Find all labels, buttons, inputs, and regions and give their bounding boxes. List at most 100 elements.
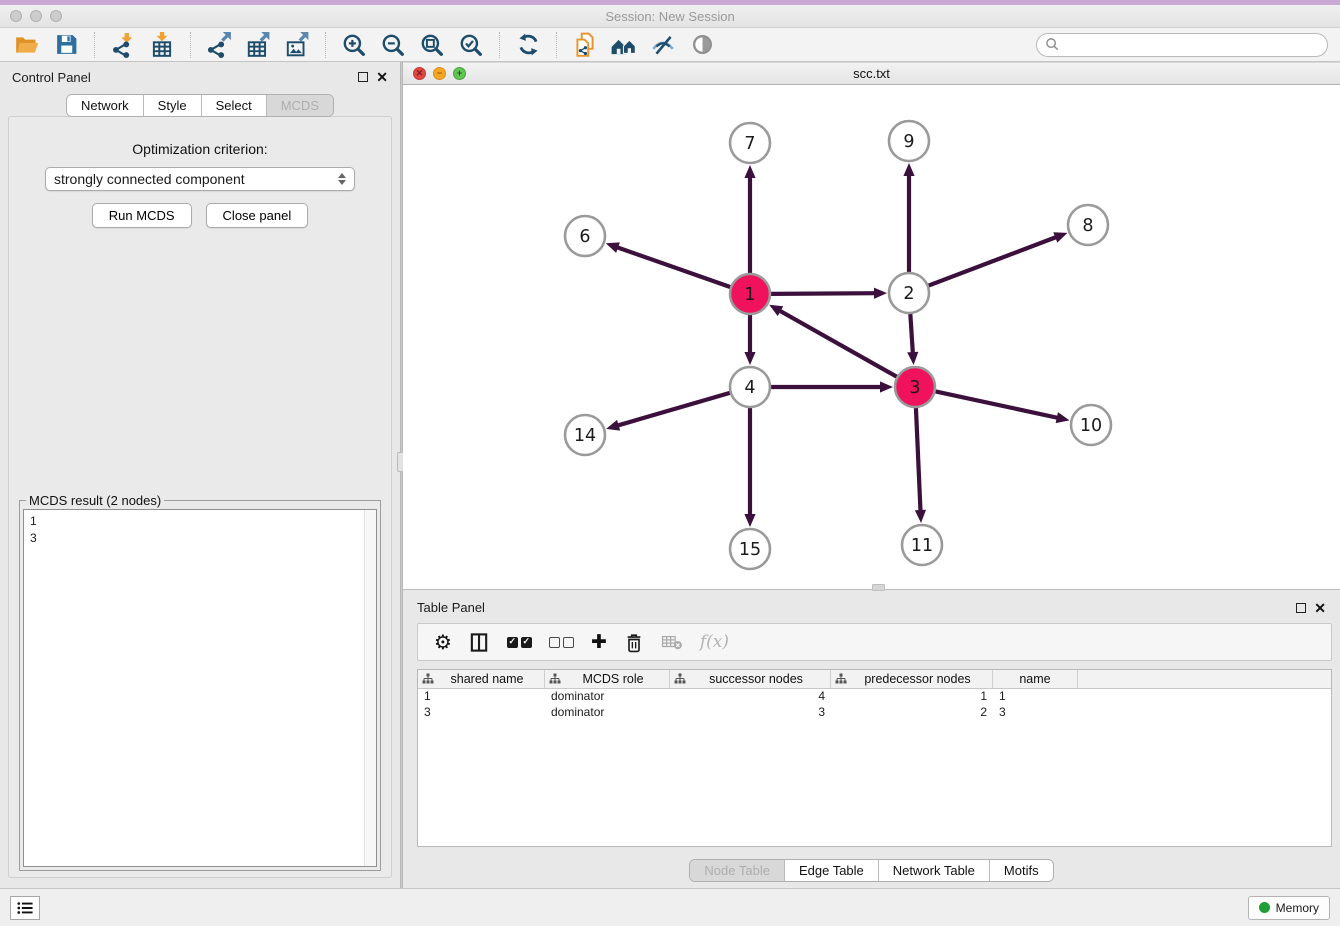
zoom-selected-icon[interactable] [456, 31, 486, 59]
deselect-all-checkboxes-icon[interactable] [549, 637, 574, 648]
cell-name[interactable]: 3 [993, 705, 1078, 721]
run-mcds-button[interactable]: Run MCDS [92, 203, 192, 228]
network-window-titlebar[interactable]: ✕ − + scc.txt [403, 62, 1340, 85]
export-network-icon[interactable] [204, 31, 234, 59]
graph-node-label: 10 [1080, 416, 1102, 436]
graph-edge[interactable] [771, 293, 877, 294]
export-image-icon[interactable] [282, 31, 312, 59]
birds-eye-view-icon[interactable] [687, 31, 717, 59]
edge-arrowhead-icon [1056, 412, 1070, 423]
panel-splitter-horizontal[interactable] [403, 590, 1340, 594]
column-visibility-icon[interactable] [469, 632, 490, 653]
tab-edge-table[interactable]: Edge Table [785, 860, 879, 881]
import-network-icon[interactable] [108, 31, 138, 59]
close-panel-button[interactable]: Close panel [206, 203, 309, 228]
network-maximize-icon[interactable]: + [453, 67, 466, 80]
save-session-icon[interactable] [51, 31, 81, 59]
help-home-icon[interactable] [609, 31, 639, 59]
cell-predecessor-nodes[interactable]: 1 [831, 689, 993, 705]
table-row[interactable]: 3 dominator 3 2 3 [418, 705, 1331, 721]
edge-arrowhead-icon [606, 242, 620, 253]
tab-node-table[interactable]: Node Table [690, 860, 785, 881]
graph-edge[interactable] [616, 393, 730, 426]
graph-edge[interactable] [916, 408, 921, 513]
network-close-icon[interactable]: ✕ [413, 67, 426, 80]
cell-shared-name[interactable]: 3 [418, 705, 545, 721]
select-all-checkboxes-icon[interactable] [507, 637, 532, 648]
mcds-result-title: MCDS result (2 nodes) [26, 493, 164, 508]
graph-node-label: 1 [744, 285, 755, 305]
list-icon [16, 900, 34, 916]
mcds-result-line: 3 [30, 530, 358, 547]
toolbar-separator [190, 32, 191, 58]
tab-network-table[interactable]: Network Table [879, 860, 990, 881]
float-panel-icon[interactable] [1296, 603, 1306, 613]
delete-table-icon[interactable] [661, 633, 683, 651]
mcds-result-group: MCDS result (2 nodes) 1 3 [19, 500, 381, 871]
search-input[interactable] [1065, 35, 1327, 55]
edge-arrowhead-icon [606, 420, 620, 431]
table-row[interactable]: 1 dominator 4 1 1 [418, 689, 1331, 705]
cell-mcds-role[interactable]: dominator [545, 705, 670, 721]
import-table-icon[interactable] [147, 31, 177, 59]
network-canvas[interactable]: 7968124314101511 [403, 85, 1340, 589]
graph-edge[interactable] [615, 247, 730, 287]
memory-button[interactable]: Memory [1248, 896, 1330, 920]
add-column-icon[interactable]: ✚ [591, 631, 607, 653]
cell-successor-nodes[interactable]: 3 [670, 705, 831, 721]
control-panel: Control Panel ✕ Network Style Select MCD… [0, 62, 400, 888]
tab-mcds[interactable]: MCDS [267, 95, 333, 116]
graph-edge[interactable] [929, 236, 1058, 285]
tab-select[interactable]: Select [202, 95, 267, 116]
criterion-dropdown[interactable]: strongly connected component [45, 167, 355, 191]
graph-edge[interactable] [936, 391, 1060, 418]
graph-node-label: 14 [574, 426, 596, 446]
graph-node-label: 4 [744, 378, 755, 398]
float-panel-icon[interactable] [358, 72, 368, 82]
hide-graphics-details-icon[interactable] [648, 31, 678, 59]
table-settings-icon[interactable]: ⚙ [434, 630, 452, 654]
graph-node-label: 15 [739, 540, 761, 560]
column-header-shared-name[interactable]: shared name [418, 670, 545, 688]
attribute-tree-icon [549, 673, 561, 685]
mcds-result-textarea[interactable]: 1 3 [23, 509, 377, 867]
cell-successor-nodes[interactable]: 4 [670, 689, 831, 705]
delete-column-icon[interactable] [624, 632, 644, 653]
edge-arrowhead-icon [744, 514, 755, 527]
mcds-result-line: 1 [30, 513, 358, 530]
cell-predecessor-nodes[interactable]: 2 [831, 705, 993, 721]
network-window-title: scc.txt [403, 66, 1340, 81]
column-header-predecessor-nodes[interactable]: predecessor nodes [831, 670, 993, 688]
tab-motifs[interactable]: Motifs [990, 860, 1053, 881]
clone-network-icon[interactable] [570, 31, 600, 59]
column-header-name[interactable]: name [993, 670, 1078, 688]
show-log-button[interactable] [10, 896, 40, 920]
open-session-icon[interactable] [12, 31, 42, 59]
close-panel-icon[interactable]: ✕ [376, 72, 388, 82]
search-field[interactable] [1036, 33, 1328, 57]
memory-status-icon [1259, 902, 1270, 913]
export-table-icon[interactable] [243, 31, 273, 59]
search-icon [1045, 37, 1060, 52]
toolbar-separator [325, 32, 326, 58]
graph-edge[interactable] [778, 310, 897, 377]
tab-network[interactable]: Network [67, 95, 144, 116]
toolbar-separator [499, 32, 500, 58]
zoom-out-icon[interactable] [378, 31, 408, 59]
function-builder-icon[interactable]: f(x) [700, 632, 729, 652]
zoom-in-icon[interactable] [339, 31, 369, 59]
result-scrollbar[interactable] [364, 510, 376, 866]
network-minimize-icon[interactable]: − [433, 67, 446, 80]
graph-edge[interactable] [910, 314, 913, 355]
apply-layout-icon[interactable] [513, 31, 543, 59]
tab-style[interactable]: Style [144, 95, 202, 116]
column-header-successor-nodes[interactable]: successor nodes [670, 670, 831, 688]
splitter-handle[interactable] [872, 584, 885, 591]
cell-mcds-role[interactable]: dominator [545, 689, 670, 705]
close-panel-icon[interactable]: ✕ [1314, 603, 1326, 613]
cell-shared-name[interactable]: 1 [418, 689, 545, 705]
zoom-fit-icon[interactable] [417, 31, 447, 59]
column-header-mcds-role[interactable]: MCDS role [545, 670, 670, 688]
graph-node-label: 3 [909, 378, 920, 398]
cell-name[interactable]: 1 [993, 689, 1078, 705]
